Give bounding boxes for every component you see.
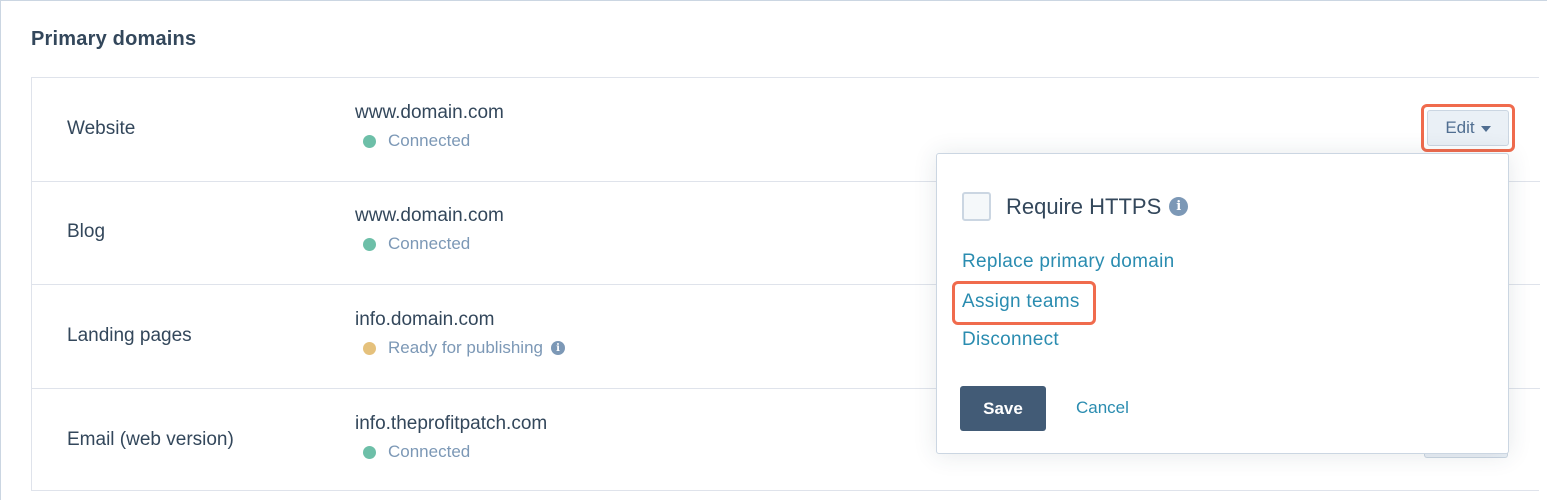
- status-dot: [363, 341, 376, 355]
- status-dot: [363, 445, 376, 459]
- replace-primary-domain-link[interactable]: Replace primary domain: [962, 251, 1175, 273]
- row-domain: www.domain.com: [355, 205, 504, 226]
- row-domain: info.theprofitpatch.com: [355, 413, 548, 434]
- status-text: Connected: [388, 131, 471, 150]
- require-https-option: Require HTTPS i: [962, 192, 1189, 221]
- require-https-checkbox[interactable]: [962, 192, 991, 221]
- cancel-button[interactable]: Cancel: [1076, 398, 1129, 418]
- row-status: Connected: [363, 234, 470, 254]
- status-dot: [363, 237, 376, 251]
- status-text: Ready for publishing: [388, 338, 543, 357]
- caret-down-icon: [1480, 126, 1491, 132]
- section-title: Primary domains: [31, 28, 197, 50]
- status-text: Connected: [388, 234, 471, 253]
- row-status: Ready for publishing i: [363, 338, 565, 358]
- edit-label: Edit: [1445, 118, 1475, 137]
- save-button[interactable]: Save: [960, 386, 1046, 431]
- status-dot: [363, 134, 376, 148]
- status-text: Connected: [388, 442, 471, 461]
- assign-teams-link[interactable]: Assign teams: [962, 291, 1080, 313]
- disconnect-link[interactable]: Disconnect: [962, 329, 1059, 351]
- row-status: Connected: [363, 131, 470, 151]
- edit-dropdown-menu: Require HTTPS i Replace primary domain A…: [936, 153, 1509, 454]
- edit-button[interactable]: Edit: [1427, 110, 1509, 146]
- row-domain: info.domain.com: [355, 309, 495, 330]
- row-label: Blog: [67, 221, 106, 242]
- info-icon[interactable]: i: [1169, 197, 1189, 216]
- row-domain: www.domain.com: [355, 102, 504, 123]
- row-label: Landing pages: [67, 325, 192, 346]
- row-status: Connected: [363, 442, 470, 462]
- row-label: Email (web version): [67, 429, 234, 450]
- info-icon[interactable]: i: [550, 341, 565, 355]
- require-https-label[interactable]: Require HTTPS: [1006, 194, 1161, 220]
- row-label: Website: [67, 118, 136, 139]
- edit-highlight: Edit: [1421, 104, 1515, 152]
